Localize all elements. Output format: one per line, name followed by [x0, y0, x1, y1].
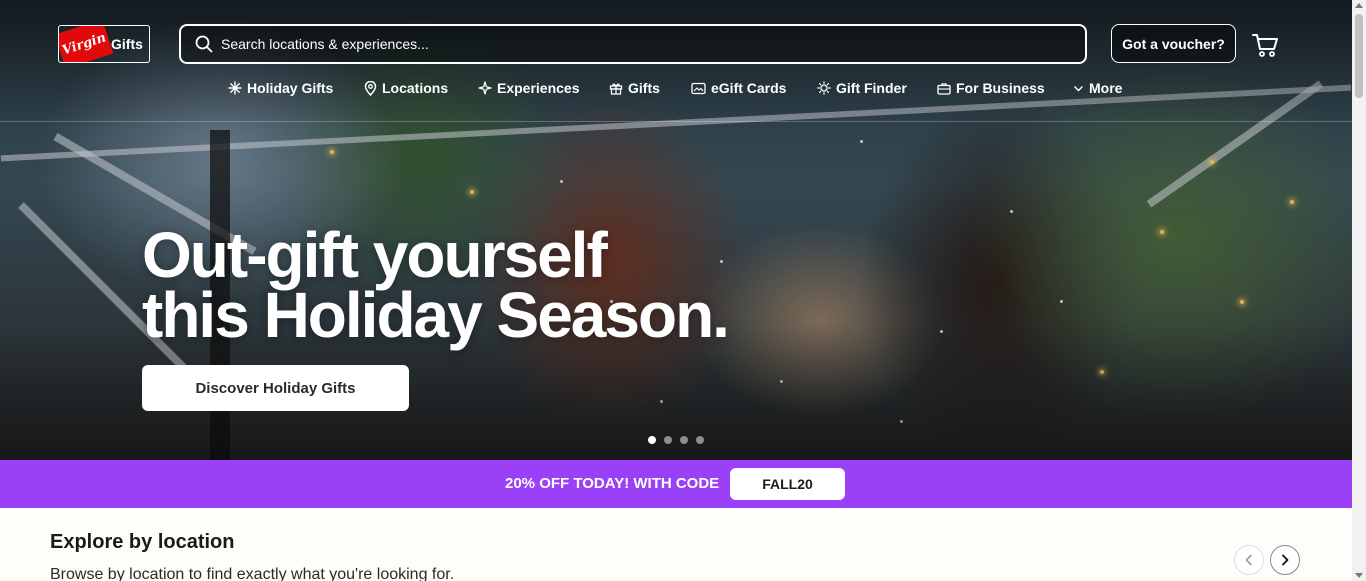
search-icon	[195, 35, 213, 53]
headline-line-2: this Holiday Season.	[142, 279, 730, 351]
nav-gift-finder[interactable]: Gift Finder	[817, 80, 907, 96]
gift-icon	[609, 83, 623, 95]
card-icon	[691, 82, 706, 94]
chevron-left-icon	[1245, 554, 1252, 566]
hero-headline: Out-gift yourself this Holiday Season.	[142, 219, 730, 351]
nav-egift-cards[interactable]: eGift Cards	[691, 80, 786, 96]
carousel-dot[interactable]	[680, 436, 688, 444]
nav-label: Gift Finder	[836, 80, 907, 96]
logo-word: Gifts	[111, 36, 143, 52]
nav-label: eGift Cards	[711, 80, 787, 96]
search-bar[interactable]	[179, 24, 1087, 64]
carousel-dots	[648, 436, 704, 444]
explore-subtitle: Browse by location to find exactly what …	[50, 566, 455, 581]
nav-holiday-gifts[interactable]: Holiday Gifts	[228, 80, 333, 96]
nav-locations[interactable]: Locations	[364, 80, 448, 96]
discover-holiday-gifts-button[interactable]: Discover Holiday Gifts	[142, 365, 409, 411]
page-scrollbar[interactable]	[1352, 0, 1366, 581]
got-voucher-button[interactable]: Got a voucher?	[1111, 24, 1236, 63]
virgin-gifts-logo[interactable]: Virgin Gifts	[58, 25, 150, 63]
nav-experiences[interactable]: Experiences	[478, 80, 580, 96]
nav-label: Locations	[382, 80, 449, 96]
carousel-dot[interactable]	[648, 436, 656, 444]
nav-more[interactable]: More	[1073, 80, 1122, 96]
cart-icon[interactable]	[1252, 32, 1280, 58]
nav-for-business[interactable]: For Business	[937, 80, 1045, 96]
sparkle-icon	[478, 81, 492, 95]
headline-line-1: Out-gift yourself	[142, 219, 608, 291]
main-nav: Holiday Gifts Locations Experiences Gift…	[0, 80, 1352, 102]
nav-label: For Business	[956, 80, 1045, 96]
carousel-next-button[interactable]	[1270, 545, 1300, 575]
nav-label: Holiday Gifts	[247, 80, 334, 96]
scroll-down-arrow[interactable]	[1355, 573, 1363, 578]
promo-code-button[interactable]: FALL20	[730, 468, 845, 500]
explore-title: Explore by location	[50, 531, 235, 553]
nav-label: Gifts	[628, 80, 660, 96]
nav-divider	[0, 121, 1352, 122]
chevron-down-icon	[1074, 85, 1083, 91]
nav-gifts[interactable]: Gifts	[609, 80, 660, 96]
nav-label: Experiences	[497, 80, 580, 96]
promo-text: 20% OFF TODAY! WITH CODE	[505, 475, 720, 492]
promo-banner: 20% OFF TODAY! WITH CODE FALL20	[0, 460, 1352, 508]
chevron-right-icon	[1282, 554, 1289, 566]
snowflake-icon	[228, 81, 242, 95]
scroll-up-arrow[interactable]	[1355, 3, 1363, 8]
briefcase-icon	[937, 82, 951, 95]
logo-script: Virgin	[59, 26, 114, 62]
search-input[interactable]	[221, 36, 1041, 52]
nav-label: More	[1089, 80, 1123, 96]
scrollbar-thumb[interactable]	[1355, 14, 1363, 98]
carousel-dot[interactable]	[664, 436, 672, 444]
carousel-prev-button[interactable]	[1234, 545, 1264, 575]
sun-icon	[817, 81, 831, 95]
location-pin-icon	[364, 80, 377, 96]
carousel-dot[interactable]	[696, 436, 704, 444]
